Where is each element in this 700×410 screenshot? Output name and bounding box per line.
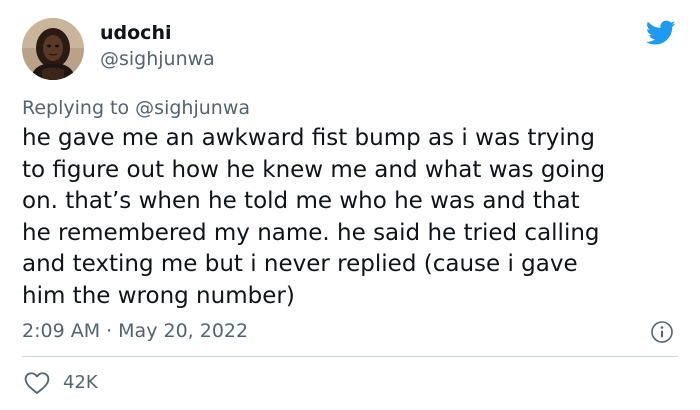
display-name[interactable]: udochi [100, 20, 215, 46]
info-icon[interactable] [650, 320, 674, 344]
avatar[interactable] [22, 18, 84, 80]
reply-mention-link[interactable]: @sighjunwa [135, 97, 250, 119]
tweet-text-line: him the wrong number) [22, 282, 295, 309]
divider [22, 356, 678, 357]
tweet-text-line: he remembered my name. he said he tried … [22, 219, 600, 246]
author-names: udochi @sighjunwa [100, 20, 215, 72]
tweet-timestamp[interactable]: 2:09 AM · May 20, 2022 [22, 318, 248, 344]
tweet-text: he gave me an awkward fist bump as i was… [22, 123, 678, 313]
twitter-bird-icon[interactable] [645, 20, 676, 46]
tweet-text-line: and texting me but i never replied (caus… [22, 251, 578, 278]
user-handle[interactable]: @sighjunwa [100, 46, 215, 72]
tweet-text-line: on. that’s when he told me who he was an… [22, 188, 580, 215]
tweet-date: May 20, 2022 [118, 320, 249, 342]
heart-icon[interactable] [24, 371, 50, 395]
tweet-card: udochi @sighjunwa Replying to @sighjunwa… [0, 0, 700, 410]
replying-to: Replying to @sighjunwa [22, 95, 250, 121]
tweet-actions: 42K [24, 370, 98, 396]
tweet-time: 2:09 AM [22, 320, 101, 342]
replying-to-label: Replying to [22, 97, 130, 119]
tweet-text-line: he gave me an awkward fist bump as i was… [22, 125, 595, 151]
meta-separator: · [106, 320, 113, 342]
profile-avatar-image [22, 18, 84, 80]
tweet-text-line: to figure out how he knew me and what wa… [22, 156, 606, 183]
like-count[interactable]: 42K [63, 370, 98, 396]
tweet-header: udochi @sighjunwa [22, 18, 215, 80]
